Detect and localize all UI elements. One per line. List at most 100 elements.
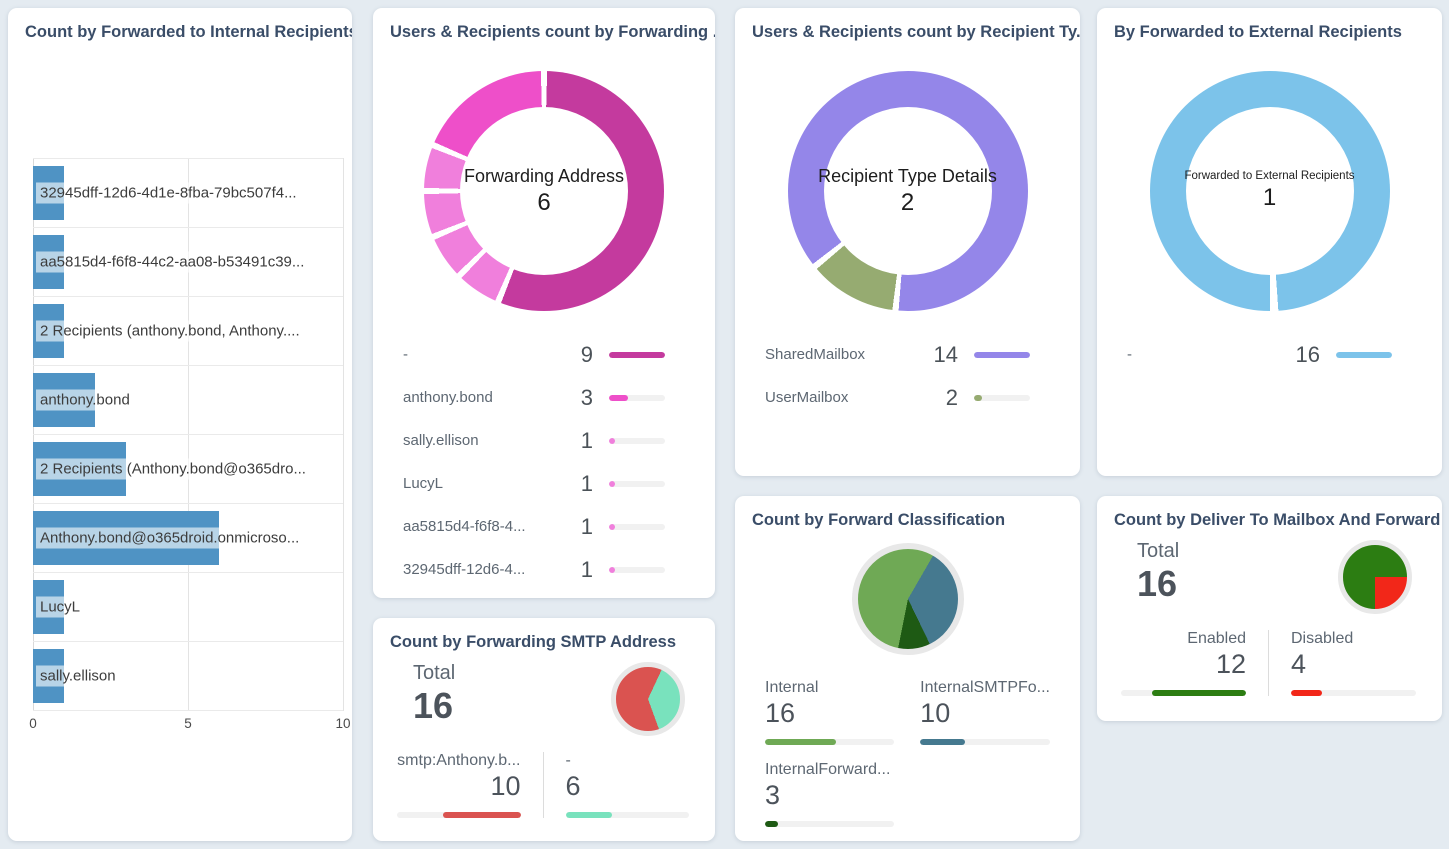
- legend-label: sally.ellison: [403, 432, 563, 449]
- legend: -9anthony.bond3sally.ellison1LucyL1aa581…: [373, 333, 715, 591]
- bar-row: aa5815d4-f6f8-44c2-aa08-b53491c39...: [33, 227, 343, 296]
- legend-row[interactable]: -16: [1127, 333, 1392, 376]
- donut-center-label: Recipient Type Details: [818, 166, 997, 187]
- legend-tiles: Internal16 InternalSMTPFo...10 InternalFor…: [735, 679, 1080, 827]
- legend-value: 14: [928, 342, 958, 368]
- legend-bar-fill: [609, 352, 665, 358]
- tile-label: Internal: [765, 679, 894, 697]
- tile-bar: [566, 812, 690, 818]
- legend-value: 1: [563, 514, 593, 540]
- bar-label: Anthony.bond@o365droid.onmicroso...: [36, 528, 303, 549]
- tile-value: 4: [1291, 649, 1416, 680]
- tile-bar: [397, 812, 521, 818]
- tile-value: 6: [566, 771, 690, 802]
- legend-tile[interactable]: Enabled12: [1121, 630, 1268, 696]
- bar-row: LucyL: [33, 572, 343, 641]
- legend-row[interactable]: -9: [403, 333, 665, 376]
- total-block: Total 16: [1137, 540, 1179, 604]
- legend-bar-fill: [1336, 352, 1392, 358]
- legend-row[interactable]: aa5815d4-f6f8-4...1: [403, 505, 665, 548]
- legend-label: SharedMailbox: [765, 346, 928, 363]
- legend-bar: [609, 352, 665, 358]
- card-title: Users & Recipients count by Forwarding .…: [373, 8, 715, 42]
- card-forwarding-smtp-address: Count by Forwarding SMTP Address Total 1…: [373, 618, 715, 841]
- donut-chart-recipient-type[interactable]: Recipient Type Details 2: [788, 71, 1028, 311]
- legend-tiles: smtp:Anthony.b...10-6: [373, 752, 715, 818]
- bar-row: sally.ellison: [33, 641, 343, 711]
- tile-bar: [1291, 690, 1416, 696]
- total-value: 16: [1137, 564, 1179, 604]
- tile-label: Disabled: [1291, 630, 1416, 648]
- legend-label: -: [1127, 346, 1290, 363]
- legend-row[interactable]: UserMailbox2: [765, 376, 1030, 419]
- tile-bar-fill: [920, 739, 965, 745]
- bar-label: 32945dff-12d6-4d1e-8fba-79bc507f4...: [36, 183, 301, 204]
- card-external-recipients: By Forwarded to External Recipients Forw…: [1097, 8, 1442, 476]
- legend-row[interactable]: anthony.bond3: [403, 376, 665, 419]
- tile-label: Enabled: [1121, 630, 1246, 648]
- legend-label: aa5815d4-f6f8-4...: [403, 518, 563, 535]
- card-title: Count by Forward Classification: [735, 496, 1080, 530]
- tile-bar: [765, 739, 894, 745]
- card-forwarding-address: Users & Recipients count by Forwarding .…: [373, 8, 715, 598]
- legend-bar: [609, 481, 665, 487]
- donut-chart-external-recipients[interactable]: Forwarded to External Recipients 1: [1150, 71, 1390, 311]
- tile-bar-fill: [765, 821, 778, 827]
- card-forward-classification: Count by Forward Classification Internal…: [735, 496, 1080, 841]
- tile-value: 12: [1121, 649, 1246, 680]
- legend-bar: [974, 395, 1030, 401]
- card-forwarded-internal-recipients: Count by Forwarded to Internal Recipient…: [8, 8, 352, 841]
- donut-center: Forwarded to External Recipients 1: [1186, 107, 1354, 275]
- card-title: Count by Forwarding SMTP Address: [373, 618, 715, 652]
- legend-value: 1: [563, 428, 593, 454]
- legend-tile[interactable]: InternalSMTPFo...10: [920, 679, 1050, 745]
- total-value: 16: [413, 686, 455, 726]
- total-block: Total 16: [413, 662, 455, 726]
- pie-chart-smtp-address[interactable]: [611, 662, 685, 736]
- donut-center-value: 2: [901, 189, 914, 217]
- donut-center-label: Forwarded to External Recipients: [1184, 170, 1354, 182]
- x-tick-label: 0: [29, 716, 37, 731]
- tile-value: 3: [765, 780, 894, 811]
- tile-bar: [920, 739, 1050, 745]
- donut-chart-forwarding-address[interactable]: Forwarding Address 6: [424, 71, 664, 311]
- legend-row[interactable]: sally.ellison1: [403, 419, 665, 462]
- card-title: By Forwarded to External Recipients: [1097, 8, 1442, 42]
- legend-bar: [609, 438, 665, 444]
- legend-value: 9: [563, 342, 593, 368]
- legend-tile[interactable]: Internal16: [765, 679, 894, 745]
- legend-tile[interactable]: -6: [543, 752, 690, 818]
- x-axis-ticks: 0510: [33, 716, 343, 736]
- tile-label: InternalForward...: [765, 761, 894, 779]
- bar-row: 32945dff-12d6-4d1e-8fba-79bc507f4...: [33, 158, 343, 227]
- legend-row[interactable]: 32945dff-12d6-4...1: [403, 548, 665, 591]
- bar-rows: 32945dff-12d6-4d1e-8fba-79bc507f4... aa58…: [33, 158, 343, 711]
- legend: -16: [1097, 333, 1442, 376]
- x-tick-label: 5: [184, 716, 192, 731]
- legend-bar-fill: [974, 395, 982, 401]
- card-title: Users & Recipients count by Recipient Ty…: [735, 8, 1080, 42]
- donut-center-value: 1: [1263, 184, 1276, 212]
- bar-label: sally.ellison: [36, 666, 120, 687]
- legend-tile[interactable]: InternalForward...3: [765, 761, 894, 827]
- bar-row: Anthony.bond@o365droid.onmicroso...: [33, 503, 343, 572]
- pie-chart-deliver-to-mailbox[interactable]: [1338, 540, 1412, 614]
- bar-label: aa5815d4-f6f8-44c2-aa08-b53491c39...: [36, 252, 308, 273]
- legend-tile[interactable]: smtp:Anthony.b...10: [397, 752, 543, 818]
- legend-tile[interactable]: Disabled4: [1268, 630, 1416, 696]
- legend-bar: [609, 567, 665, 573]
- card-deliver-to-mailbox: Count by Deliver To Mailbox And Forward …: [1097, 496, 1442, 721]
- donut-center: Recipient Type Details 2: [824, 107, 992, 275]
- legend-row[interactable]: SharedMailbox14: [765, 333, 1030, 376]
- legend-bar-fill: [974, 352, 1030, 358]
- pie-chart-forward-classification[interactable]: [852, 543, 964, 655]
- legend-bar-fill: [609, 395, 628, 401]
- legend-bar-fill: [609, 438, 615, 444]
- legend-value: 3: [563, 385, 593, 411]
- tile-bar: [765, 821, 894, 827]
- legend-tiles: Enabled12Disabled4: [1097, 630, 1442, 696]
- card-recipient-type: Users & Recipients count by Recipient Ty…: [735, 8, 1080, 476]
- legend-row[interactable]: LucyL1: [403, 462, 665, 505]
- legend-label: LucyL: [403, 475, 563, 492]
- tile-bar-fill: [443, 812, 520, 818]
